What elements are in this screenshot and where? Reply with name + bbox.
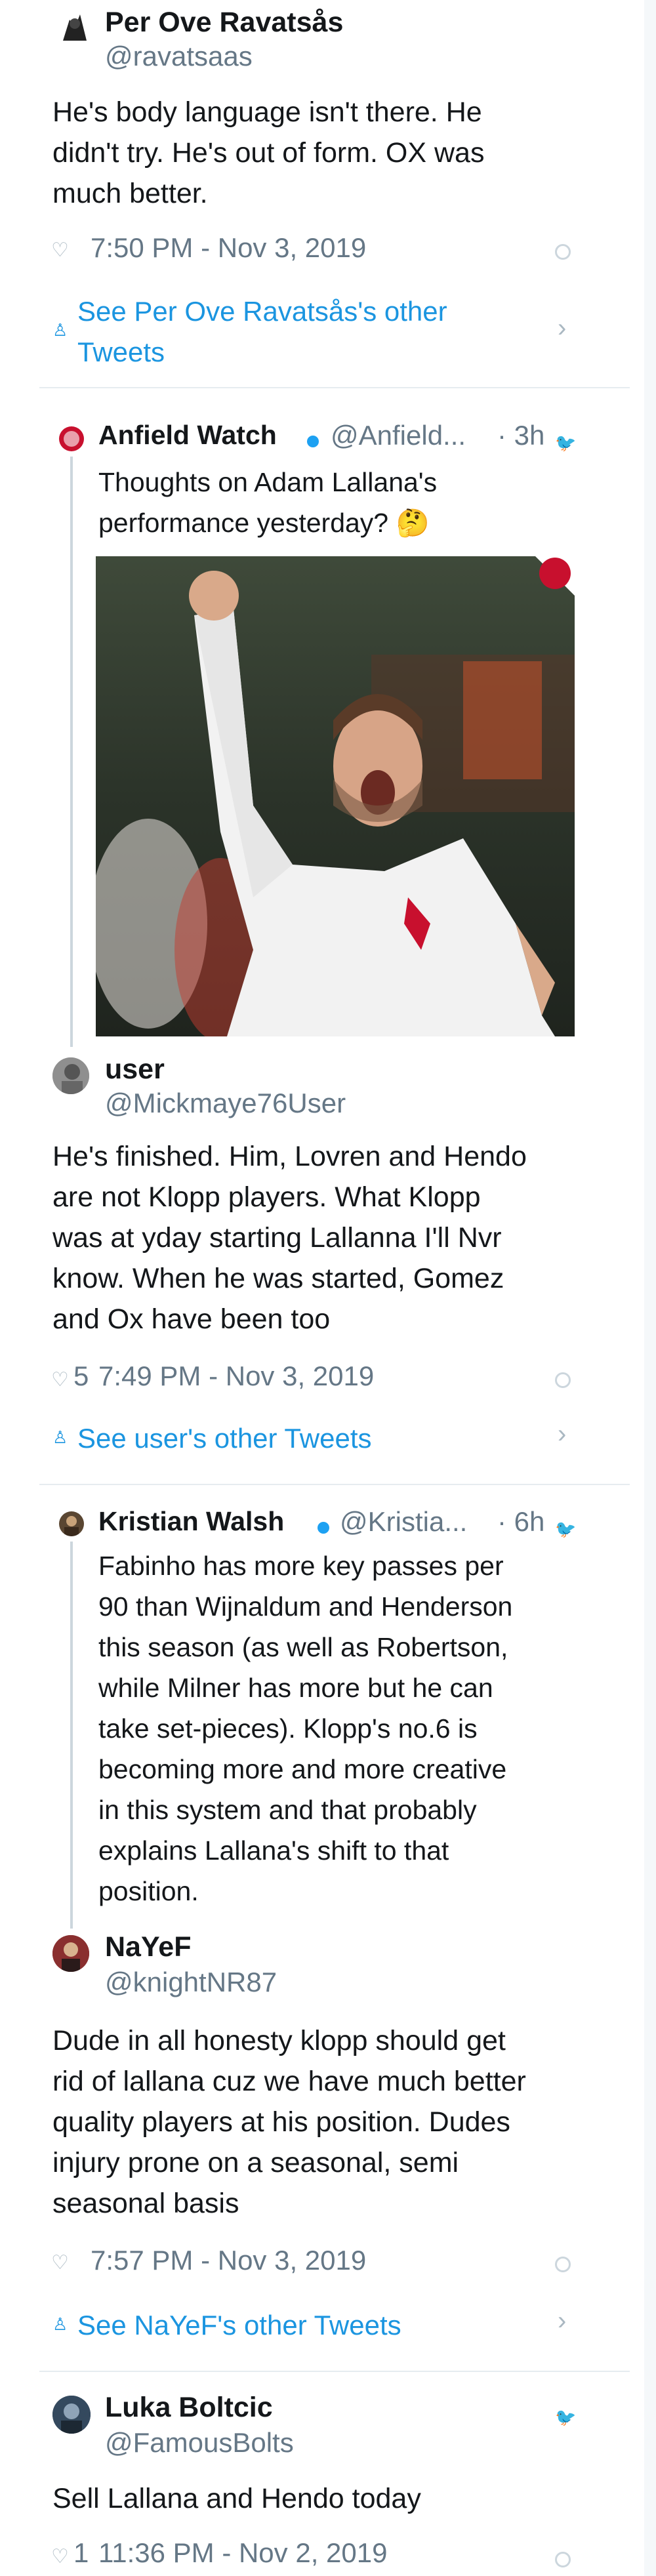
heart-icon[interactable]: ♡ (51, 239, 69, 262)
author-handle[interactable]: @ravatsaas (105, 41, 253, 72)
avatar[interactable] (52, 1057, 89, 1094)
quoted-tweet-text: Thoughts on Adam Lallana's performance y… (98, 467, 438, 538)
see-other-tweets-link[interactable]: See user's other Tweets (77, 1418, 372, 1459)
tweet-photo[interactable] (96, 556, 575, 1036)
author-name[interactable]: Per Ove Ravatsås (105, 7, 343, 39)
author-handle[interactable]: @Anfield... (331, 420, 466, 451)
quoted-tweet-text: Fabinho has more key passes per 90 than … (98, 1551, 513, 1906)
verified-badge-icon (318, 1522, 329, 1534)
author-handle[interactable]: @knightNR87 (105, 1967, 277, 1998)
timestamp[interactable]: 7:49 PM - Nov 3, 2019 (98, 1360, 374, 1392)
person-icon: ♙ (52, 2314, 68, 2334)
right-sidebar-strip (644, 0, 656, 2576)
thread-line (70, 457, 73, 1047)
tweet-text: He's body language isn't there. He didn'… (52, 96, 485, 209)
verified-badge-icon (307, 436, 319, 447)
author-name[interactable]: NaYeF (105, 1931, 191, 1963)
like-count[interactable]: 1 (73, 2537, 89, 2569)
author-name[interactable]: user (105, 1053, 165, 1086)
author-name[interactable]: Luka Boltcic (105, 2392, 273, 2424)
heart-icon[interactable]: ♡ (51, 1368, 69, 1391)
timestamp[interactable]: 7:57 PM - Nov 3, 2019 (91, 2245, 366, 2276)
info-icon[interactable] (555, 2257, 571, 2272)
author-handle[interactable]: @Kristia... (340, 1506, 467, 1538)
twitter-bird-icon[interactable]: 🐦 (555, 433, 576, 453)
heart-icon[interactable]: ♡ (51, 2251, 69, 2274)
author-name[interactable]: Kristian Walsh (98, 1506, 284, 1537)
author-handle[interactable]: @Mickmaye76User (105, 1088, 346, 1119)
avatar[interactable] (52, 2396, 91, 2434)
see-other-tweets-link[interactable]: See NaYeF's other Tweets (77, 2305, 401, 2346)
see-other-tweets-link[interactable]: See Per Ove Ravatsås's other Tweets (77, 291, 510, 373)
tweet-text: He's finished. Him, Lovren and Hendo are… (52, 1141, 527, 1335)
like-count[interactable]: 5 (73, 1360, 89, 1392)
divider (39, 387, 630, 388)
author-handle[interactable]: @FamousBolts (105, 2427, 294, 2459)
tweet-text: Sell Lallana and Hendo today (52, 2483, 421, 2514)
person-icon: ♙ (52, 1427, 68, 1447)
person-icon: ♙ (52, 320, 68, 340)
divider (39, 1484, 630, 1485)
author-name[interactable]: Anfield Watch (98, 420, 277, 451)
info-icon[interactable] (555, 244, 571, 260)
timestamp[interactable]: 11:36 PM - Nov 2, 2019 (98, 2537, 387, 2569)
tweet-text: Dude in all honesty klopp should get rid… (52, 2025, 526, 2219)
tweet-age[interactable]: · 6h (497, 1506, 544, 1538)
divider (39, 2371, 630, 2372)
chevron-right-icon[interactable]: › (558, 1420, 566, 1449)
avatar[interactable] (59, 1511, 84, 1536)
info-icon[interactable] (555, 2552, 571, 2567)
thread-line (70, 1542, 73, 1929)
twitter-bird-icon[interactable]: 🐦 (555, 1519, 576, 1540)
chevron-right-icon[interactable]: › (558, 2306, 566, 2336)
avatar[interactable] (59, 426, 84, 451)
avatar[interactable] (52, 1935, 89, 1972)
info-icon[interactable] (555, 1372, 571, 1388)
chevron-right-icon[interactable]: › (558, 314, 566, 343)
tweet-age[interactable]: · 3h (497, 420, 544, 451)
avatar[interactable] (55, 8, 94, 47)
timestamp[interactable]: 7:50 PM - Nov 3, 2019 (91, 232, 366, 264)
twitter-bird-icon[interactable]: 🐦 (555, 2407, 576, 2428)
heart-icon[interactable]: ♡ (51, 2545, 69, 2568)
